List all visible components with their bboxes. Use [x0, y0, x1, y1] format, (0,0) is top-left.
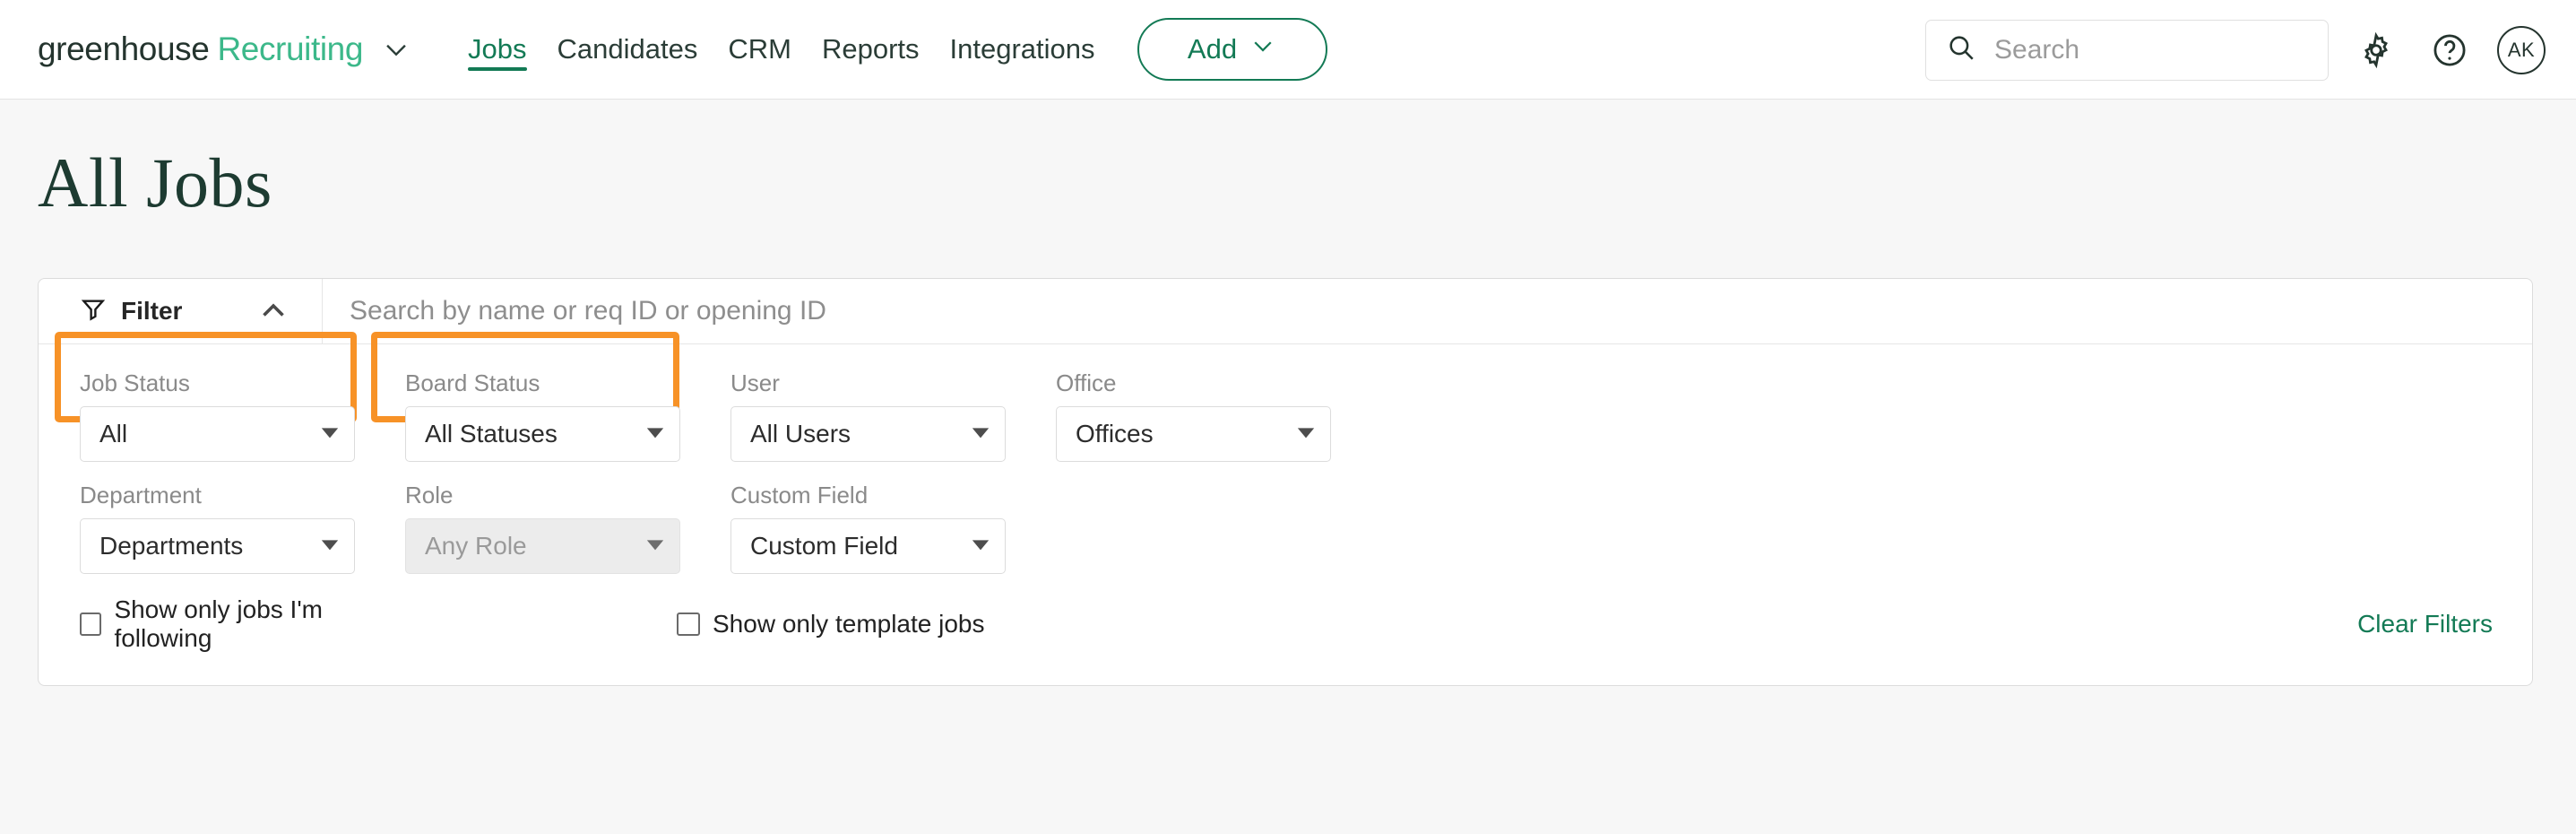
chevron-up-icon[interactable]	[257, 295, 290, 327]
funnel-icon	[80, 296, 107, 327]
filter-search-placeholder: Search by name or req ID or opening ID	[350, 296, 826, 326]
filter-label-department: Department	[80, 482, 202, 508]
filter-panel-header: Filter Search by name or req ID or openi…	[39, 279, 2532, 344]
department-dropdown[interactable]: Departments	[80, 518, 355, 574]
job-status-value: All	[99, 420, 128, 447]
chevron-down-icon	[645, 534, 665, 559]
chevron-down-icon[interactable]	[381, 34, 411, 65]
filter-toggle-button[interactable]: Filter	[39, 279, 323, 343]
clear-filters-link[interactable]: Clear Filters	[2357, 610, 2493, 639]
office-dropdown[interactable]: Offices	[1056, 406, 1331, 462]
question-circle-icon[interactable]	[2424, 24, 2476, 76]
page-title: All Jobs	[38, 143, 272, 222]
checkbox-following-jobs-label: Show only jobs I'm following	[114, 595, 323, 652]
filter-field-board-status: Board Status All Statuses	[405, 369, 730, 462]
filter-field-department: Department Departments	[80, 482, 405, 574]
global-search-placeholder: Search	[1994, 34, 2080, 65]
filter-label-office: Office	[1056, 369, 1117, 396]
checkbox-template-jobs[interactable]: Show only template jobs	[677, 610, 985, 639]
role-value: Any Role	[425, 532, 527, 560]
role-dropdown: Any Role	[405, 518, 680, 574]
search-icon	[1946, 32, 1976, 67]
user-value: All Users	[750, 420, 851, 447]
filter-field-office: Office Offices	[1056, 369, 1381, 462]
filter-label-job-status: Job Status	[80, 369, 190, 396]
checkbox-box-icon	[677, 612, 700, 636]
page-content: All Jobs Filter Search by name or req ID…	[0, 143, 2576, 686]
chevron-down-icon	[320, 534, 340, 559]
filter-panel-body: Job Status All Board Status All Statuses	[39, 332, 2532, 685]
filter-field-job-status: Job Status All	[80, 369, 405, 462]
job-status-dropdown[interactable]: All	[80, 406, 355, 462]
chevron-down-icon	[320, 422, 340, 447]
primary-nav-links: Jobs Candidates CRM Reports Integrations	[453, 22, 1110, 76]
brand-name-primary: greenhouse	[38, 30, 210, 67]
board-status-value: All Statuses	[425, 420, 558, 447]
top-navigation-bar: greenhouse Recruiting Jobs Candidates CR…	[0, 0, 2576, 100]
filter-toggle-label: Filter	[121, 297, 183, 325]
brand-logo[interactable]: greenhouse Recruiting	[38, 30, 411, 68]
nav-link-candidates[interactable]: Candidates	[542, 22, 713, 76]
office-value: Offices	[1076, 420, 1154, 447]
board-status-dropdown[interactable]: All Statuses	[405, 406, 680, 462]
filter-field-role: Role Any Role	[405, 482, 730, 574]
nav-link-crm[interactable]: CRM	[713, 22, 807, 76]
add-button[interactable]: Add	[1137, 18, 1327, 81]
filter-field-user: User All Users	[730, 369, 1056, 462]
custom-field-value: Custom Field	[750, 532, 898, 560]
custom-field-dropdown[interactable]: Custom Field	[730, 518, 1006, 574]
chevron-down-icon	[1249, 32, 1276, 66]
avatar[interactable]: AK	[2497, 25, 2546, 74]
chevron-down-icon	[971, 422, 990, 447]
brand-name-secondary: Recruiting	[217, 30, 364, 67]
filter-label-user: User	[730, 369, 780, 396]
checkbox-template-jobs-label: Show only template jobs	[713, 610, 985, 638]
filter-label-custom-field: Custom Field	[730, 482, 869, 508]
filter-row-2: Department Departments Role Any Role Cus…	[39, 482, 2532, 574]
filter-label-role: Role	[405, 482, 454, 508]
global-search-input[interactable]: Search	[1925, 19, 2329, 81]
chevron-down-icon	[971, 534, 990, 559]
department-value: Departments	[99, 532, 244, 560]
nav-link-jobs[interactable]: Jobs	[453, 22, 541, 76]
checkbox-following-jobs[interactable]: Show only jobs I'm following	[80, 595, 405, 653]
filter-checkbox-row: Show only jobs I'm following Show only t…	[39, 574, 2532, 685]
filter-panel: Filter Search by name or req ID or openi…	[38, 278, 2533, 686]
chevron-down-icon	[1296, 422, 1316, 447]
filter-row-1: Job Status All Board Status All Statuses	[39, 369, 2532, 462]
chevron-down-icon	[645, 422, 665, 447]
nav-link-integrations[interactable]: Integrations	[935, 22, 1111, 76]
filter-search-input[interactable]: Search by name or req ID or opening ID	[323, 279, 2532, 343]
nav-right-cluster: Search AK	[1925, 0, 2546, 100]
filter-field-custom-field: Custom Field Custom Field	[730, 482, 1056, 574]
gear-icon[interactable]	[2350, 24, 2402, 76]
nav-link-reports[interactable]: Reports	[807, 22, 935, 76]
user-dropdown[interactable]: All Users	[730, 406, 1006, 462]
add-button-label: Add	[1187, 33, 1238, 65]
avatar-initials: AK	[2507, 38, 2536, 61]
filter-label-board-status: Board Status	[405, 369, 540, 396]
checkbox-box-icon	[80, 612, 102, 636]
